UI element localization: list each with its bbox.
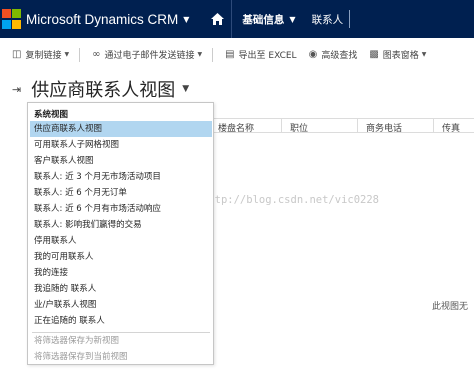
chevron-down-icon[interactable]: ▼ (183, 15, 189, 24)
export-excel-button[interactable]: ▤ 导出至 EXCEL (225, 48, 297, 61)
top-nav-bar: Microsoft Dynamics CRM ▼ 基础信息 ▼ 联系人 (0, 0, 474, 38)
chevron-down-icon: ▼ (421, 51, 427, 58)
command-divider (79, 47, 81, 62)
email-link-label: 通过电子邮件发送链接 (104, 51, 195, 61)
save-filter-to-current-view-button[interactable]: 将筛选器保存到当前视图 (30, 349, 212, 365)
copy-link-button[interactable]: ◫ 复制链接 ▼ (12, 48, 69, 61)
export-excel-label: 导出至 EXCEL (238, 51, 297, 61)
column-divider (433, 119, 434, 132)
menu-item-influenced-deals[interactable]: 联系人: 影响我们赢得的交易 (30, 217, 212, 233)
menu-item-following-contacts[interactable]: 正在追随的 联系人 (30, 313, 212, 329)
advanced-find-icon: ◉ (308, 49, 318, 60)
chart-pane-label: 图表窗格 (382, 51, 419, 61)
column-header-fax[interactable]: 传真 (442, 121, 460, 134)
view-selector-title[interactable]: 供应商联系人视图 (31, 76, 175, 102)
advanced-find-button[interactable]: ◉ 高级查找 (309, 48, 358, 61)
app-title[interactable]: Microsoft Dynamics CRM (26, 12, 178, 27)
nav-divider (349, 10, 351, 28)
chevron-down-icon: ▼ (64, 51, 70, 58)
chevron-down-icon: ▼ (289, 14, 296, 24)
menu-item-contacts-i-follow[interactable]: 我追随的 联系人 (30, 281, 212, 297)
chart-pane-button[interactable]: ▩ 图表窗格 ▼ (369, 48, 426, 61)
menu-item-inactive-contacts[interactable]: 停用联系人 (30, 233, 212, 249)
link-icon: ◫ (12, 49, 22, 60)
column-divider (281, 119, 282, 132)
email-link-button[interactable]: ∞ 通过电子邮件发送链接 ▼ (92, 48, 202, 61)
column-divider (357, 119, 358, 132)
nav-area-label: 基础信息 (242, 13, 285, 26)
pin-icon[interactable]: ⇥ (12, 83, 21, 96)
copy-link-label: 复制链接 (25, 51, 62, 61)
nav-area-menu[interactable]: 基础信息 ▼ (232, 0, 301, 38)
menu-item-no-campaign-3-months[interactable]: 联系人: 近 3 个月无市场活动项目 (30, 169, 212, 185)
view-header: ⇥ 供应商联系人视图 ▼ (12, 76, 189, 102)
menu-section-header: 系统视图 (34, 110, 69, 120)
home-icon[interactable] (203, 0, 231, 38)
advanced-find-label: 高级查找 (321, 51, 358, 61)
excel-icon: ▤ (225, 49, 235, 60)
nav-entity-menu[interactable]: 联系人 (302, 0, 357, 38)
menu-item-no-orders-6-months[interactable]: 联系人: 近 6 个月无订单 (30, 185, 212, 201)
watermark-text: http://blog.csdn.net/vic0228 (202, 194, 380, 206)
menu-item-customer-contacts[interactable]: 客户联系人视图 (30, 153, 212, 169)
save-filter-as-new-view-button[interactable]: 将筛选器保存为新视图 (30, 333, 212, 349)
email-link-icon: ∞ (92, 49, 101, 60)
command-bar: ◫ 复制链接 ▼ ∞ 通过电子邮件发送链接 ▼ ▤ 导出至 EXCEL ◉ 高级… (0, 38, 474, 71)
column-header-building[interactable]: 楼盘名称 (218, 121, 254, 134)
command-divider (212, 47, 214, 62)
grid-header: 楼盘名称 职位 商务电话 传真 (214, 118, 474, 134)
menu-item-my-connections[interactable]: 我的连接 (30, 265, 212, 281)
empty-view-message: 此视图无 (432, 302, 469, 312)
column-header-position[interactable]: 职位 (290, 121, 308, 134)
nav-entity-label: 联系人 (311, 13, 344, 26)
menu-item-owner-contacts[interactable]: 业/户联系人视图 (30, 297, 212, 313)
menu-item-supplier-contacts[interactable]: 供应商联系人视图 (30, 121, 212, 137)
menu-item-my-active-contacts[interactable]: 我的可用联系人 (30, 249, 212, 265)
chevron-down-icon[interactable]: ▼ (182, 84, 189, 94)
menu-item-campaign-response-6-months[interactable]: 联系人: 近 6 个月有市场活动响应 (30, 201, 212, 217)
microsoft-logo-icon (2, 9, 22, 29)
menu-item-available-contacts-subgrid[interactable]: 可用联系人子网格视图 (30, 137, 212, 153)
chevron-down-icon: ▼ (197, 51, 203, 58)
view-selector-dropdown: 系统视图 供应商联系人视图 可用联系人子网格视图 客户联系人视图 联系人: 近 … (27, 102, 214, 365)
column-header-business-phone[interactable]: 商务电话 (366, 121, 402, 134)
chart-pane-icon: ▩ (369, 49, 379, 60)
